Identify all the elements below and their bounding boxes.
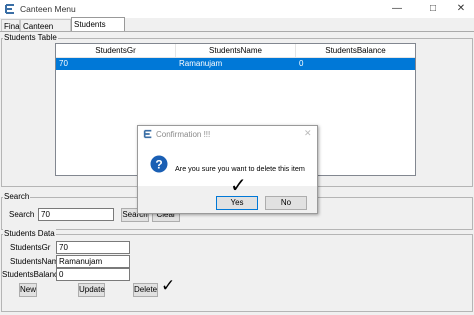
table-cell: 0	[299, 59, 304, 68]
window-title: Canteen Menu	[20, 4, 76, 14]
close-icon[interactable]: ✕	[446, 0, 474, 18]
title-bar: Canteen Menu — □ ✕	[0, 0, 474, 18]
minimize-icon[interactable]: —	[382, 0, 412, 18]
yes-button[interactable]: Yes	[216, 196, 258, 210]
new-button[interactable]: New	[19, 283, 37, 297]
dialog-message: Are you sure you want to delete this ite…	[175, 164, 305, 173]
search-label: Search	[9, 210, 35, 219]
search-input[interactable]: 70	[38, 208, 114, 221]
tab-students-menu[interactable]: Students Menu	[71, 17, 125, 42]
studentsbalance-field[interactable]: 0	[56, 268, 130, 281]
app-icon	[143, 129, 152, 139]
studentsname-label: StudentsName	[10, 257, 63, 266]
maximize-icon[interactable]: □	[418, 0, 448, 18]
column-header-studentsname[interactable]: StudentsName	[176, 44, 296, 58]
studentsbalance-label: StudentsBalance	[2, 270, 63, 279]
update-button[interactable]: Update	[78, 283, 105, 297]
close-icon[interactable]: ✕	[304, 128, 312, 139]
dialog-body: ? Are you sure you want to delete this i…	[138, 142, 317, 186]
students-data-group-title: Students Data	[3, 229, 56, 238]
students-table-group-title: Students Table	[3, 33, 58, 42]
svg-text:?: ?	[155, 158, 162, 172]
search-group-title: Search	[3, 192, 31, 201]
table-row[interactable]: 70 Ramanujam 0	[56, 58, 415, 70]
dialog-title-bar: Confirmation !!! ✕	[138, 126, 317, 142]
dialog-title: Confirmation !!!	[156, 130, 211, 139]
confirmation-dialog: Confirmation !!! ✕ ? Are you sure you wa…	[137, 125, 318, 214]
table-cell: 70	[59, 59, 68, 68]
studentsgr-field[interactable]: 70	[56, 241, 130, 254]
studentsname-field[interactable]: Ramanujam	[56, 255, 130, 268]
column-header-studentsbalance[interactable]: StudentsBalance	[296, 44, 415, 58]
column-header-studentsgr[interactable]: StudentsGr	[56, 44, 176, 58]
delete-button[interactable]: Delete	[133, 283, 158, 297]
app-icon	[5, 4, 14, 14]
check-mark-annotation: ✓	[230, 173, 247, 197]
no-button[interactable]: No	[265, 196, 307, 210]
info-icon: ?	[150, 155, 168, 173]
studentsgr-label: StudentsGr	[10, 243, 51, 252]
table-cell: Ramanujam	[179, 59, 223, 68]
check-mark-annotation: ✓	[161, 276, 176, 296]
